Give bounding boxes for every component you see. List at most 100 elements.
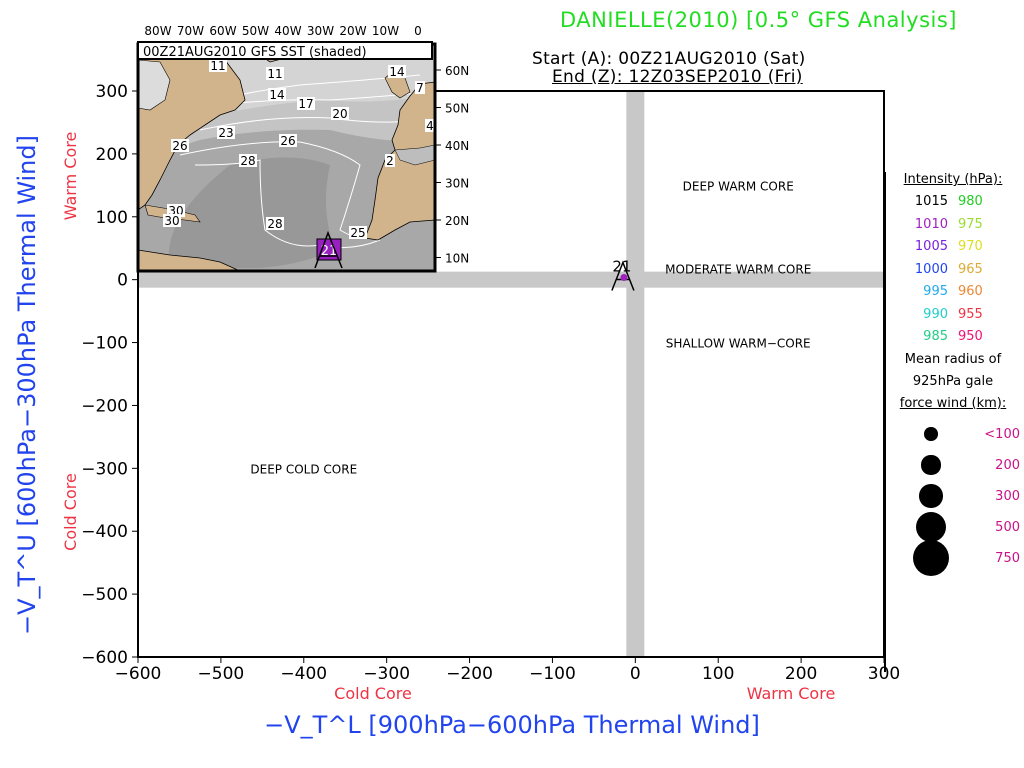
x-axis-title: −V_T^L [900hPa−600hPa Thermal Wind] [264, 711, 760, 739]
radius-label: 200 [995, 457, 1020, 473]
contour-label: 7 [416, 81, 424, 95]
radius-legend-row: 500 [886, 511, 1020, 543]
lat-label: 40N [445, 139, 469, 153]
x-tick-label: −400 [280, 664, 327, 684]
contour-label: 2 [386, 154, 394, 168]
zero-band-vertical [626, 91, 645, 657]
intensity-value: 1000 [914, 261, 948, 277]
contour-label: 11 [267, 67, 282, 81]
intensity-value: 995 [923, 284, 948, 299]
radius-legend-title-3: force wind (km): [899, 395, 1007, 411]
legend: Intensity (hPa): 1015 980 1010 975 1005 970 10… [886, 172, 1020, 577]
contour-label: 26 [172, 139, 187, 153]
intensity-legend-row: 1010 975 [886, 214, 1020, 237]
lat-label: 60N [445, 64, 469, 78]
intensity-legend-row: 1015 980 [886, 191, 1020, 214]
intensity-legend-row: 1000 965 [886, 259, 1020, 282]
intensity-value: 955 [958, 306, 983, 322]
radius-legend-title-1: Mean radius of [904, 351, 1002, 367]
lon-label: 0 [414, 24, 422, 38]
x-tick-label: 0 [630, 664, 641, 684]
contour-label: 14 [269, 88, 284, 102]
y-tick-label: −600 [81, 648, 128, 668]
lat-label: 20N [445, 214, 469, 228]
intensity-value: 1015 [914, 194, 948, 209]
contour-label: 17 [298, 97, 313, 111]
x-tick-label: 100 [702, 664, 734, 684]
y-axis-title: −V_T^U [600hPa−300hPa Thermal Wind] [13, 135, 41, 635]
radius-legend-row: 200 [886, 450, 1020, 481]
y-tick-label: −300 [81, 459, 128, 479]
y-warm-core-label: Warm Core [61, 132, 80, 221]
lon-label: 10W [372, 24, 399, 38]
lat-label: 50N [445, 102, 469, 116]
intensity-value: 970 [958, 239, 983, 254]
radius-dot-wrap [886, 484, 976, 508]
radius-dot-wrap [886, 455, 976, 475]
radius-dot-icon [912, 539, 950, 577]
y-tick-label: −100 [81, 334, 128, 354]
contour-label: 25 [350, 226, 365, 240]
lon-label: 30W [307, 24, 334, 38]
intensity-value: 965 [958, 261, 983, 277]
contour-label: 28 [267, 217, 282, 231]
inset-lat-labels: 60N 50N 40N 30N 20N 10N [435, 64, 469, 266]
phase-space-plot: −600 −500 −400 −300 −200 −100 0 100 200 300 30020… [13, 24, 900, 739]
inset-lon-labels: 80W 70W 60W 50W 40W 30W 20W 10W 0 [144, 24, 421, 38]
y-tick-label: 0 [117, 271, 128, 291]
quadrant-label: DEEP COLD CORE [250, 462, 357, 476]
contour-label: 26 [280, 134, 295, 148]
x-tick-label: −300 [363, 664, 410, 684]
radius-dot-wrap [886, 539, 976, 577]
y-tick-label: 200 [96, 145, 128, 165]
x-axis: −600 −500 −400 −300 −200 −100 0 100 200 300 [115, 657, 900, 684]
quadrant-label: MODERATE WARM CORE [665, 262, 811, 276]
intensity-value: 975 [958, 216, 983, 232]
y-axis: 300 200 100 0 −100 −200 −300 −400 −500 −600 [81, 82, 138, 668]
x-warm-core-label: Warm Core [747, 684, 836, 703]
intensity-value: 950 [958, 329, 983, 344]
radius-legend: <100 200 300 500 750 [886, 419, 1020, 577]
intensity-value: 980 [958, 194, 983, 209]
contour-label: 14 [389, 65, 404, 79]
intensity-value: 1005 [914, 239, 948, 254]
inset-title: 00Z21AUG2010 GFS SST (shaded) [143, 45, 367, 60]
intensity-legend: 1015 980 1010 975 1005 970 1000 965 995 960 990 955… [886, 191, 1020, 349]
contour-label: 28 [240, 154, 255, 168]
intensity-value: 1010 [914, 216, 948, 232]
intensity-legend-row: 985 950 [886, 326, 1020, 349]
y-tick-label: −500 [81, 585, 128, 605]
intensity-legend-row: 990 955 [886, 304, 1020, 327]
lon-label: 80W [144, 24, 171, 38]
radius-legend-row: <100 [886, 419, 1020, 450]
quadrant-label: SHALLOW WARM−CORE [666, 337, 811, 351]
contour-label: 11 [210, 59, 225, 73]
intensity-value: 960 [958, 284, 983, 299]
x-tick-label: 200 [785, 664, 817, 684]
radius-legend-row: 750 [886, 539, 1020, 577]
x-tick-label: −200 [446, 664, 493, 684]
radius-label: 500 [995, 519, 1020, 535]
radius-dot-wrap [886, 511, 976, 543]
y-tick-label: 100 [96, 208, 128, 228]
contour-label: 20 [332, 107, 347, 121]
x-tick-label: −500 [198, 664, 245, 684]
lon-label: 50W [242, 24, 269, 38]
radius-label: <100 [984, 426, 1020, 442]
y-tick-label: 300 [96, 82, 128, 102]
intensity-value: 990 [923, 306, 948, 322]
track-point-label: 21 [612, 258, 631, 276]
contour-label: 30 [164, 214, 179, 228]
x-tick-label: −100 [529, 664, 576, 684]
radius-dot-icon [915, 511, 947, 543]
lon-label: 40W [274, 24, 301, 38]
lon-label: 20W [339, 24, 366, 38]
radius-legend-row: 300 [886, 481, 1020, 512]
intensity-legend-title: Intensity (hPa): [903, 172, 1003, 187]
intensity-value: 985 [923, 329, 948, 344]
quadrant-label: DEEP WARM CORE [683, 179, 794, 193]
intensity-legend-row: 1005 970 [886, 236, 1020, 259]
lon-label: 60W [209, 24, 236, 38]
radius-label: 300 [995, 488, 1020, 504]
radius-dot-icon [921, 455, 941, 475]
